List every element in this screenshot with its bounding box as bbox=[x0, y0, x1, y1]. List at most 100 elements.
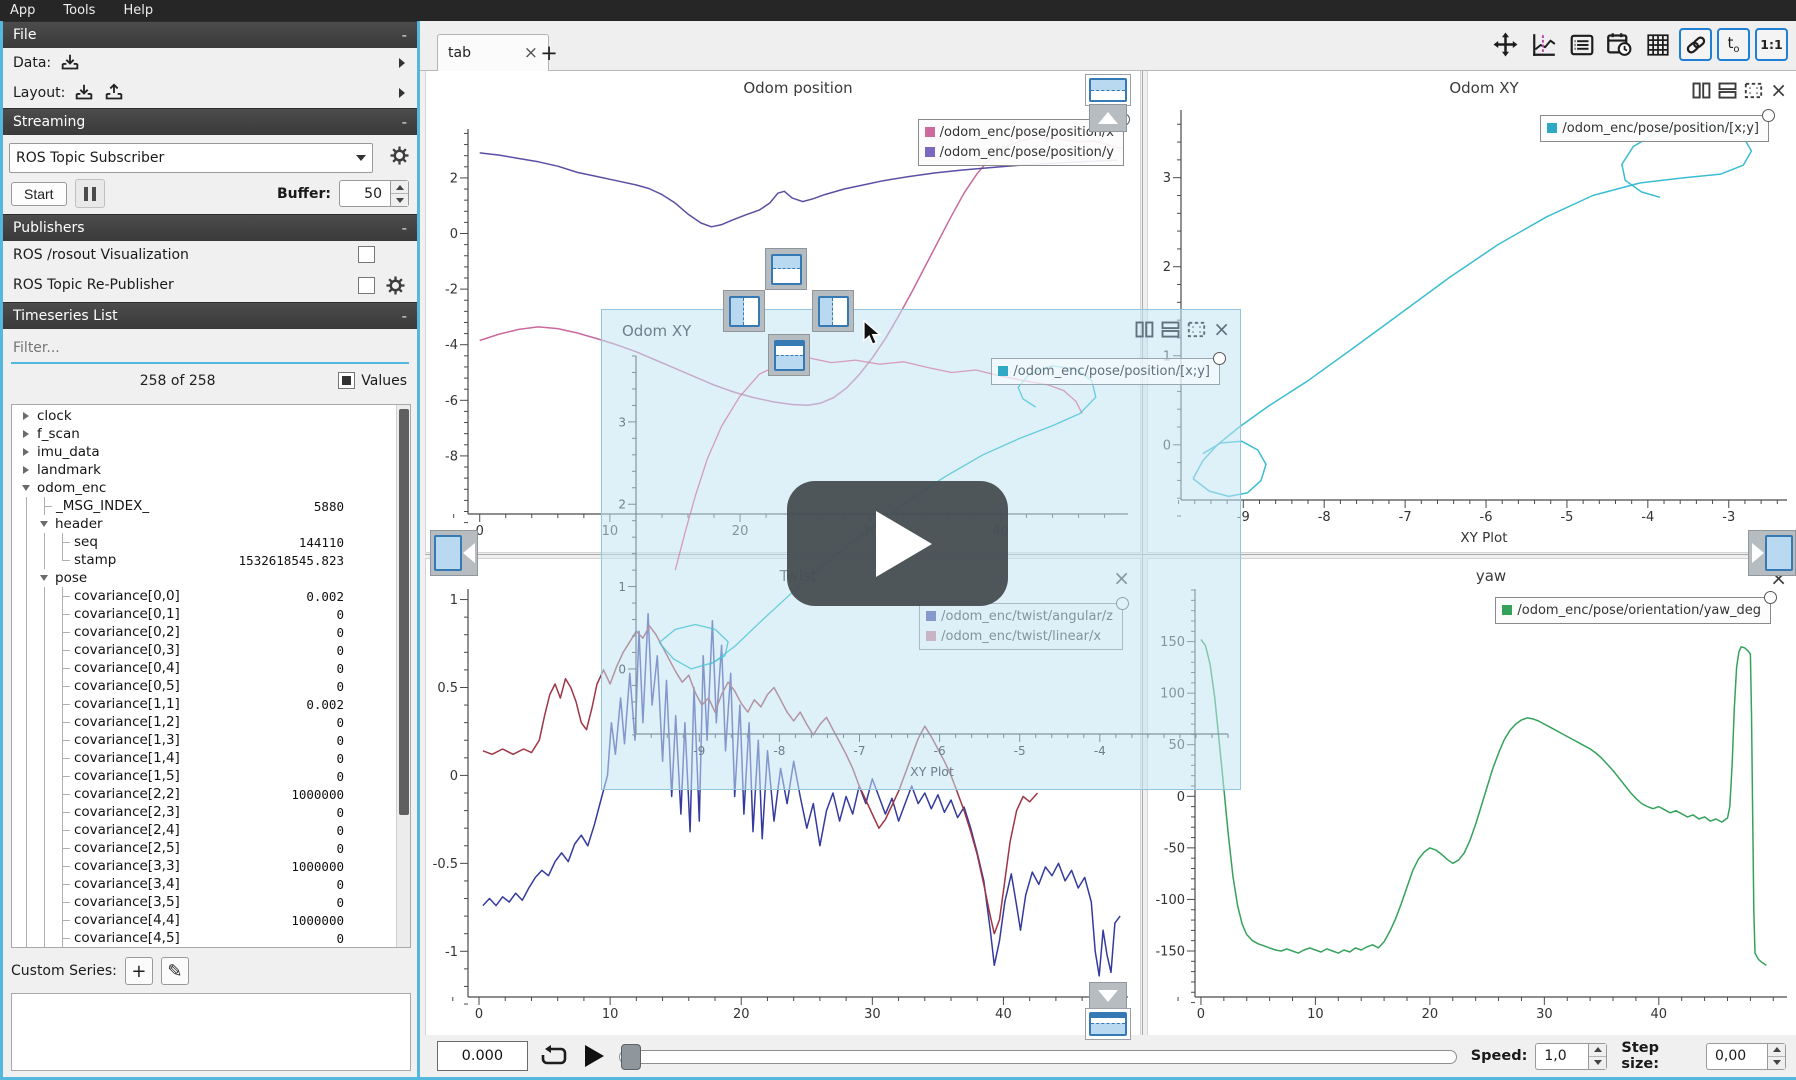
dock-split-right-icon[interactable] bbox=[812, 290, 854, 332]
tree-item[interactable]: covariance[2,3]0 bbox=[12, 803, 396, 821]
tree-item[interactable]: stamp1532618545.823 bbox=[12, 551, 396, 569]
tree-item-label[interactable]: seq bbox=[74, 534, 98, 550]
tree-item[interactable]: covariance[3,4]0 bbox=[12, 875, 396, 893]
tree-item[interactable]: _MSG_INDEX_5880 bbox=[12, 497, 396, 515]
scrollbar-thumb[interactable] bbox=[399, 409, 409, 815]
tree-item[interactable]: covariance[0,5]0 bbox=[12, 677, 396, 695]
legend-entry[interactable]: /odom_enc/pose/position/[x;y] bbox=[998, 361, 1210, 381]
time-offset-icon[interactable]: to bbox=[1717, 28, 1750, 61]
expander-open-icon[interactable] bbox=[40, 521, 48, 527]
tree-item[interactable]: covariance[0,3]0 bbox=[12, 641, 396, 659]
custom-series-list[interactable] bbox=[11, 993, 411, 1071]
spin-down-icon[interactable] bbox=[1768, 1057, 1785, 1069]
section-header-streaming[interactable]: Streaming - bbox=[3, 108, 417, 135]
video-play-button[interactable] bbox=[787, 481, 1008, 606]
split-vertical-icon[interactable] bbox=[1692, 82, 1711, 99]
tree-item-label[interactable]: covariance[0,0] bbox=[74, 588, 180, 604]
tree-item[interactable]: header bbox=[12, 515, 396, 533]
pause-button[interactable] bbox=[75, 179, 105, 208]
publisher-gear-icon[interactable] bbox=[383, 273, 407, 297]
streaming-source-select[interactable]: ROS Topic Subscriber bbox=[9, 143, 373, 173]
tree-item[interactable]: covariance[2,5]0 bbox=[12, 839, 396, 857]
spin-down-icon[interactable] bbox=[1589, 1057, 1606, 1069]
menu-item-tools[interactable]: Tools bbox=[49, 0, 109, 21]
split-vertical-icon[interactable] bbox=[1135, 321, 1154, 338]
tree-item[interactable]: covariance[1,2]0 bbox=[12, 713, 396, 731]
tree-item[interactable]: odom_enc bbox=[12, 479, 396, 497]
expander-closed-icon[interactable] bbox=[23, 448, 29, 456]
pan-view-icon[interactable] bbox=[1489, 28, 1522, 61]
dock-split-left-icon[interactable] bbox=[723, 290, 765, 332]
date-time-icon[interactable] bbox=[1603, 28, 1636, 61]
publisher-checkbox[interactable] bbox=[358, 277, 375, 294]
tree-item[interactable]: pose bbox=[12, 569, 396, 587]
plot-odom_xy[interactable]: -9-8-7-6-5-4-33210XY PlotOdom XY×/odom_e… bbox=[1147, 70, 1796, 553]
legend-handle[interactable] bbox=[1762, 109, 1775, 122]
legend-handle[interactable] bbox=[1213, 352, 1226, 365]
tree-item[interactable]: clock bbox=[12, 407, 396, 425]
legend-handle[interactable] bbox=[1764, 591, 1777, 604]
expander-closed-icon[interactable] bbox=[23, 430, 29, 438]
spin-up-icon[interactable] bbox=[391, 181, 408, 194]
tree-item-label[interactable]: imu_data bbox=[37, 444, 100, 460]
plot-legend[interactable]: /odom_enc/pose/position/[x;y] bbox=[991, 358, 1220, 385]
legend-entry[interactable]: /odom_enc/pose/position/[x;y] bbox=[1547, 118, 1759, 138]
tree-item-label[interactable]: covariance[0,1] bbox=[74, 606, 180, 622]
tree-item[interactable]: seq144110 bbox=[12, 533, 396, 551]
tree-item-label[interactable]: covariance[0,5] bbox=[74, 678, 180, 694]
tree-item-label[interactable]: covariance[0,2] bbox=[74, 624, 180, 640]
plot-legend[interactable]: /odom_enc/pose/position/[x;y] bbox=[1540, 115, 1769, 142]
tree-item-label[interactable]: covariance[1,4] bbox=[74, 750, 180, 766]
loop-icon[interactable] bbox=[540, 1041, 569, 1071]
tree-item-label[interactable]: header bbox=[55, 516, 103, 532]
tree-item[interactable]: covariance[2,4]0 bbox=[12, 821, 396, 839]
menu-item-help[interactable]: Help bbox=[109, 0, 167, 21]
tree-item[interactable]: covariance[3,5]0 bbox=[12, 893, 396, 911]
legend-entry[interactable]: /odom_enc/pose/orientation/yaw_deg bbox=[1502, 600, 1761, 620]
plot-canvas[interactable]: -9-8-7-6-5-4-33210XY Plot bbox=[1148, 71, 1796, 552]
split-horizontal-icon[interactable] bbox=[1718, 82, 1737, 99]
layout-submenu-arrow-icon[interactable] bbox=[399, 88, 405, 98]
tree-item-label[interactable]: covariance[1,2] bbox=[74, 714, 180, 730]
tree-item[interactable]: covariance[1,1]0.002 bbox=[12, 695, 396, 713]
add-custom-series-button[interactable]: + bbox=[125, 957, 153, 985]
tree-item-label[interactable]: covariance[4,5] bbox=[74, 930, 180, 946]
slider-groove[interactable] bbox=[619, 1050, 1457, 1064]
buffer-spinbox[interactable]: 50 bbox=[339, 180, 409, 207]
edit-custom-series-button[interactable]: ✎ bbox=[161, 957, 189, 985]
close-plot-icon[interactable]: × bbox=[1213, 319, 1230, 339]
split-horizontal-icon[interactable] bbox=[1161, 321, 1180, 338]
tree-item-label[interactable]: covariance[3,3] bbox=[74, 858, 180, 874]
fullscreen-icon[interactable] bbox=[1744, 82, 1763, 99]
dock-split-bottom-icon[interactable] bbox=[768, 334, 810, 376]
timeseries-tree[interactable]: clockf_scanimu_data landmarkodom_enc_MSG_… bbox=[11, 404, 411, 948]
legend-entry[interactable]: /odom_enc/pose/position/x bbox=[925, 122, 1114, 142]
tree-item-label[interactable]: stamp bbox=[74, 552, 116, 568]
streaming-settings-gear-icon[interactable] bbox=[387, 143, 411, 167]
tree-item[interactable]: landmark bbox=[12, 461, 396, 479]
tree-item[interactable]: covariance[0,4]0 bbox=[12, 659, 396, 677]
link-axes-icon[interactable] bbox=[1679, 28, 1712, 61]
add-tab-button[interactable]: + bbox=[536, 40, 562, 66]
expander-open-icon[interactable] bbox=[40, 575, 48, 581]
tree-item[interactable]: covariance[0,0]0.002 bbox=[12, 587, 396, 605]
speed-spinbox[interactable]: 1,0 bbox=[1535, 1043, 1607, 1070]
tree-item[interactable]: covariance[1,4]0 bbox=[12, 749, 396, 767]
save-layout-icon[interactable] bbox=[103, 82, 125, 104]
fullscreen-icon[interactable] bbox=[1187, 321, 1206, 338]
tree-item[interactable]: covariance[4,4]1000000 bbox=[12, 911, 396, 929]
tree-item-label[interactable]: covariance[2,5] bbox=[74, 840, 180, 856]
tree-item[interactable]: f_scan bbox=[12, 425, 396, 443]
data-submenu-arrow-icon[interactable] bbox=[399, 58, 405, 68]
tree-item[interactable]: covariance[4,5]0 bbox=[12, 929, 396, 947]
plot-yaw[interactable]: 010203040150100500-50-100-150yaw×/odom_e… bbox=[1147, 558, 1796, 1037]
tree-item-label[interactable]: landmark bbox=[37, 462, 101, 478]
load-data-icon[interactable] bbox=[59, 52, 81, 74]
expander-closed-icon[interactable] bbox=[23, 466, 29, 474]
tree-item[interactable]: imu_data bbox=[12, 443, 396, 461]
tree-item-label[interactable]: covariance[2,2] bbox=[74, 786, 180, 802]
tree-item[interactable]: covariance[3,3]1000000 bbox=[12, 857, 396, 875]
tree-item[interactable]: covariance[2,2]1000000 bbox=[12, 785, 396, 803]
section-header-file[interactable]: File - bbox=[3, 21, 417, 48]
tree-item-label[interactable]: covariance[2,3] bbox=[74, 804, 180, 820]
